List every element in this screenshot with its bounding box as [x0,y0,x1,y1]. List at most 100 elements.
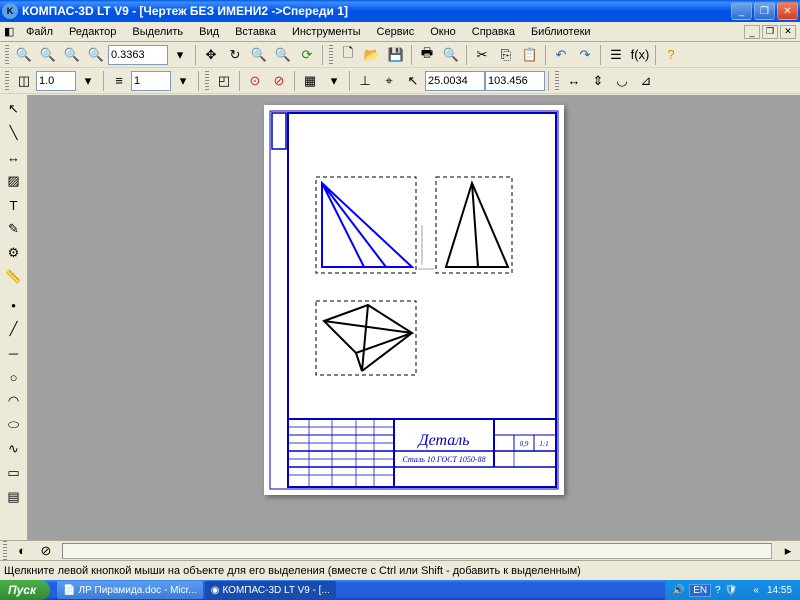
zoom-prev-icon[interactable]: 🔍 [248,44,270,66]
zoom-input[interactable] [108,45,168,65]
menu-select[interactable]: Выделить [124,24,191,40]
scale-input[interactable] [36,71,76,91]
dropdown-icon[interactable]: ▾ [169,44,191,66]
cut-icon[interactable]: ✂ [471,44,493,66]
layer-input[interactable] [131,71,171,91]
taskbar-item-kompas[interactable]: ◉КОМПАС-3D LT V9 - [... [205,581,336,599]
tray-icon[interactable]: 🛡 [725,585,738,596]
snap-end-icon[interactable]: ⊙ [244,70,266,92]
spline-icon[interactable]: ∿ [3,438,25,460]
hatch-tool-icon[interactable]: ▨ [3,170,25,192]
layer-manager-icon[interactable]: ≡ [108,70,130,92]
grid-icon[interactable]: ▦ [299,70,321,92]
dim-icon[interactable]: ↔ [563,70,585,92]
measure-tool-icon[interactable]: 📏 [3,266,25,288]
property-field[interactable] [62,543,772,559]
rect-icon[interactable]: ▭ [3,462,25,484]
circle-icon[interactable]: ○ [3,366,25,388]
text-tool-icon[interactable]: T [3,194,25,216]
line-tool-icon[interactable]: ╲ [3,122,25,144]
close-button[interactable]: ✕ [777,2,798,20]
hatch2-icon[interactable]: ▤ [3,486,25,508]
tray-icon[interactable]: ? [715,585,721,596]
refresh-icon[interactable]: ⟳ [296,44,318,66]
grip[interactable] [555,71,559,91]
coord-icon[interactable]: ⌖ [378,70,400,92]
menu-service[interactable]: Сервис [369,24,423,40]
grip[interactable] [329,45,333,65]
dropdown-icon[interactable]: ▾ [77,70,99,92]
grip[interactable] [5,71,9,91]
undo-icon[interactable]: ↶ [550,44,572,66]
grip[interactable] [3,541,7,561]
canvas[interactable]: Деталь Сталь 10 ГОСТ 1050-88 0,9 1:1 [28,95,800,540]
prop-btn-2[interactable]: ⊘ [35,540,57,562]
menu-window[interactable]: Окно [422,24,464,40]
dim3-icon[interactable]: ◡ [611,70,633,92]
arc-icon[interactable]: ◠ [3,390,25,412]
dim2-icon[interactable]: ⇕ [587,70,609,92]
taskbar: Пуск 📄ЛР Пирамида.doc - Micr... ◉КОМПАС-… [0,580,800,600]
rotate-icon[interactable]: ↻ [224,44,246,66]
ellipse-icon[interactable]: ⬭ [3,414,25,436]
taskbar-item-word[interactable]: 📄ЛР Пирамида.doc - Micr... [57,581,203,599]
menu-help[interactable]: Справка [464,24,523,40]
zoom-out-icon[interactable]: 🔍 [85,44,107,66]
menu-file[interactable]: Файл [18,24,61,40]
tray-expand-icon[interactable]: « [753,585,759,596]
redo-icon[interactable]: ↷ [574,44,596,66]
tray-icon[interactable]: 🔊 [673,585,685,596]
ortho-icon[interactable]: ⊥ [354,70,376,92]
snap-off-icon[interactable]: ⊘ [268,70,290,92]
menu-tools[interactable]: Инструменты [284,24,369,40]
menu-libraries[interactable]: Библиотеки [523,24,599,40]
coord-x-input[interactable] [425,71,485,91]
zoom-in-icon[interactable]: 🔍 [37,44,59,66]
prop-btn-3[interactable]: ▸ [777,540,799,562]
save-icon[interactable]: 💾 [385,44,407,66]
layers-icon[interactable]: ◫ [13,70,35,92]
zoom-next-icon[interactable]: 🔍 [272,44,294,66]
preview-icon[interactable]: 🔍 [440,44,462,66]
dim4-icon[interactable]: ⊿ [635,70,657,92]
tool-icon[interactable]: ◰ [213,70,235,92]
lang-indicator[interactable]: EN [689,584,711,597]
help-icon[interactable]: ? [660,44,682,66]
variables-icon[interactable]: f(x) [629,44,651,66]
app-menu-icon[interactable]: ◧ [4,25,18,38]
dropdown-icon[interactable]: ▾ [323,70,345,92]
aux-line-icon[interactable]: ╱ [3,318,25,340]
select-tool-icon[interactable]: ↖ [3,98,25,120]
status-hint: Щелкните левой кнопкой мыши на объекте д… [4,565,581,577]
menu-editor[interactable]: Редактор [61,24,124,40]
zoom-fit-icon[interactable]: 🔍 [13,44,35,66]
coord-y-input[interactable] [485,71,545,91]
segment-icon[interactable]: ─ [3,342,25,364]
mdi-restore[interactable]: ❐ [762,25,778,39]
move-icon[interactable]: ✥ [200,44,222,66]
cursor-xy-icon[interactable]: ↖ [402,70,424,92]
open-icon[interactable]: 📂 [361,44,383,66]
menu-insert[interactable]: Вставка [227,24,284,40]
prop-btn-1[interactable]: ◐ [11,540,33,562]
new-icon[interactable]: 🗋 [337,44,359,66]
print-icon[interactable]: 🖶 [416,44,438,66]
point-tool-icon[interactable]: • [3,294,25,316]
start-button[interactable]: Пуск [0,580,50,600]
paste-icon[interactable]: 📋 [519,44,541,66]
mdi-minimize[interactable]: _ [744,25,760,39]
menu-view[interactable]: Вид [191,24,227,40]
edit-tool-icon[interactable]: ✎ [3,218,25,240]
dropdown-icon[interactable]: ▾ [172,70,194,92]
dim-tool-icon[interactable]: ↔ [3,146,25,168]
copy-icon[interactable]: ⎘ [495,44,517,66]
grip[interactable] [5,45,9,65]
grip[interactable] [205,71,209,91]
clock[interactable]: 14:55 [767,585,792,596]
mdi-close[interactable]: ✕ [780,25,796,39]
minimize-button[interactable]: _ [731,2,752,20]
maximize-button[interactable]: ❐ [754,2,775,20]
param-tool-icon[interactable]: ⚙ [3,242,25,264]
zoom-window-icon[interactable]: 🔍 [61,44,83,66]
properties-icon[interactable]: ☰ [605,44,627,66]
